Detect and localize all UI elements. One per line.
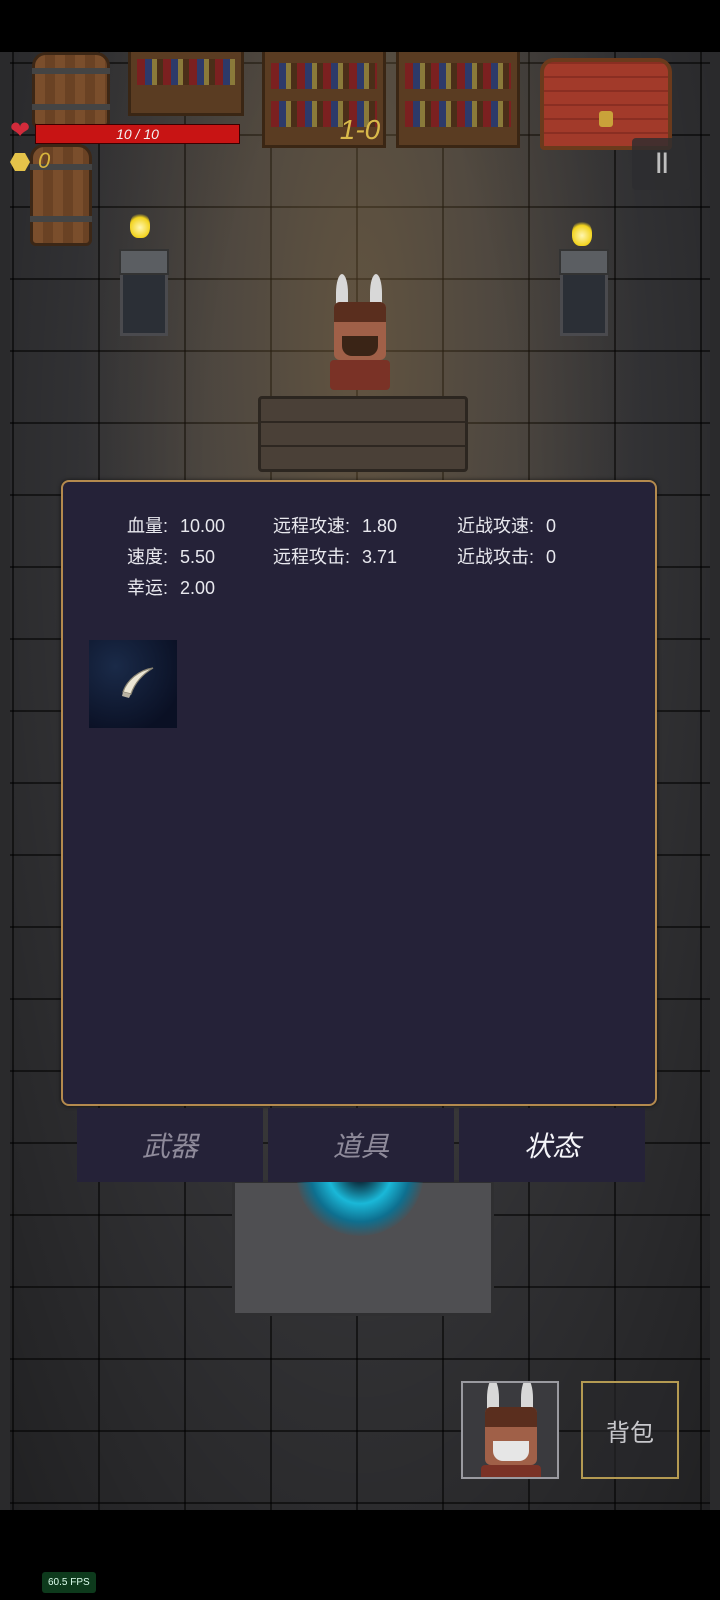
fps-counter: 60.5 FPS (42, 1572, 96, 1593)
tab-status[interactable]: 状态 (459, 1108, 645, 1182)
bookshelf (396, 52, 520, 148)
stat-ranged-attack-speed: 远程攻速: 1.80 (273, 516, 398, 536)
stat-melee-attack-speed: 近战攻速: 0 (457, 516, 557, 536)
stat-health: 血量: 10.00 (127, 516, 226, 536)
tab-items[interactable]: 道具 (268, 1108, 454, 1182)
item-slot[interactable] (89, 640, 177, 728)
health-bar: 10 / 10 (35, 124, 240, 144)
torch-flame (572, 220, 592, 246)
level-indicator: 1-0 (339, 114, 381, 145)
character-portrait-button[interactable] (461, 1381, 559, 1479)
merchant-npc[interactable] (328, 274, 392, 394)
pause-button[interactable]: II (632, 138, 690, 190)
backpack-button[interactable]: 背包 (581, 1381, 679, 1479)
barrel (32, 52, 110, 128)
status-panel: 血量: 10.00 速度: 5.50 幸运: 2.00 远程攻速: 1.80 远程攻击:… (61, 480, 657, 1106)
coin-count: 0 (38, 148, 51, 173)
bookshelf (128, 52, 244, 116)
torch-pillar (559, 249, 609, 336)
tab-weapons[interactable]: 武器 (77, 1108, 263, 1182)
torch-flame (130, 212, 150, 238)
torch-pillar (119, 249, 169, 336)
shop-table (258, 396, 468, 472)
stat-speed: 速度: 5.50 (127, 547, 216, 567)
character-avatar (479, 1383, 543, 1477)
heart-icon: ❤ (10, 117, 31, 144)
right-wall (710, 52, 720, 1510)
horn-icon (122, 667, 154, 698)
health-text: 10 / 10 (116, 126, 159, 142)
stat-ranged-attack: 远程攻击: 3.71 (273, 547, 398, 567)
left-wall (0, 52, 10, 1510)
stat-luck: 幸运: 2.00 (127, 578, 216, 598)
treasure-chest[interactable] (540, 58, 672, 150)
stat-melee-attack: 近战攻击: 0 (457, 547, 557, 567)
